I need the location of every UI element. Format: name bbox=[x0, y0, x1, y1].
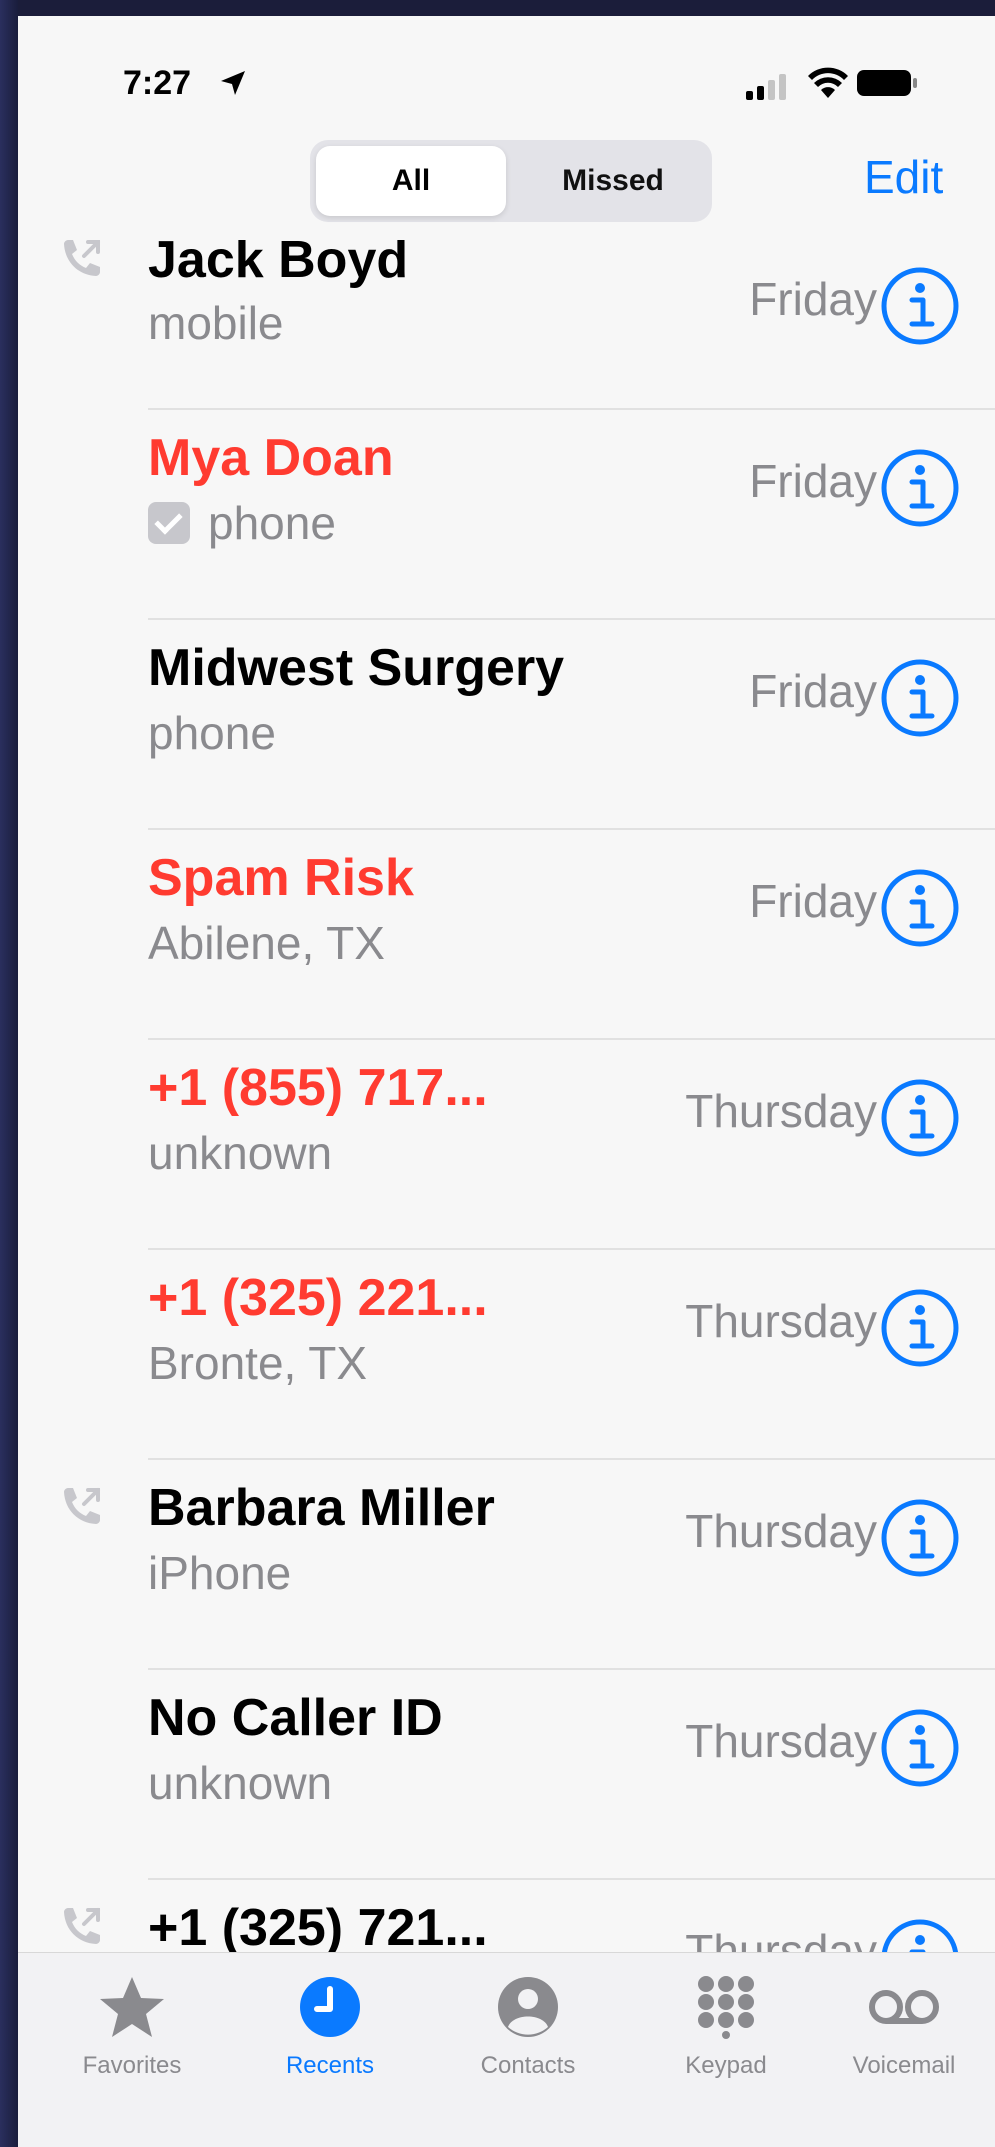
call-row[interactable]: Mya Doan phone Friday bbox=[18, 410, 995, 620]
info-icon[interactable] bbox=[880, 658, 960, 738]
call-detail-label: phone bbox=[148, 707, 276, 759]
call-day: Thursday bbox=[685, 1295, 877, 1347]
cellular-signal-icon bbox=[746, 74, 786, 100]
call-detail: mobile bbox=[148, 296, 284, 350]
info-icon[interactable] bbox=[880, 1708, 960, 1788]
caller-name: Midwest Surgery bbox=[148, 639, 565, 697]
call-row[interactable]: +1 (855) 717... unknown Thursday bbox=[18, 1040, 995, 1250]
wifi-icon bbox=[808, 67, 848, 98]
call-row[interactable]: No Caller ID unknown Thursday bbox=[18, 1670, 995, 1880]
call-detail-label: mobile bbox=[148, 297, 284, 349]
tab-keypad[interactable]: Keypad bbox=[636, 1975, 816, 2080]
caller-name: No Caller ID bbox=[148, 1689, 443, 1747]
call-detail-label: unknown bbox=[148, 1127, 333, 1179]
phone-screen: 7:27 All Missed Edit Jack Boyd mobile Frid… bbox=[18, 16, 995, 2147]
caller-name: Mya Doan bbox=[148, 429, 394, 487]
call-day: Friday bbox=[749, 665, 877, 717]
tab-label: Contacts bbox=[480, 2052, 576, 2079]
tab-recents[interactable]: Recents bbox=[240, 1975, 420, 2080]
tab-label: Favorites bbox=[82, 2052, 182, 2079]
recent-calls-list: Jack Boyd mobile Friday Mya Doan phone Friday… bbox=[18, 240, 995, 1970]
keypad-icon bbox=[698, 1976, 754, 2039]
tab-label: Recents bbox=[285, 2052, 375, 2079]
call-detail-label: Abilene, TX bbox=[148, 917, 385, 969]
outgoing-call-icon bbox=[64, 1908, 100, 1944]
segment-missed[interactable]: Missed bbox=[520, 146, 706, 216]
info-icon[interactable] bbox=[880, 1498, 960, 1578]
status-time: 7:27 bbox=[123, 64, 192, 102]
device-bezel bbox=[0, 0, 18, 2147]
edit-button[interactable]: Edit bbox=[864, 150, 943, 204]
caller-name: Barbara Miller bbox=[148, 1479, 495, 1537]
battery-icon bbox=[857, 70, 917, 96]
call-detail: unknown bbox=[148, 1126, 332, 1180]
location-arrow-icon bbox=[221, 71, 245, 95]
call-detail: phone bbox=[148, 706, 276, 760]
tab-label: Voicemail bbox=[852, 2052, 956, 2079]
voicemail-icon bbox=[869, 1990, 939, 2024]
tab-favorites[interactable]: Favorites bbox=[42, 1975, 222, 2080]
segment-all[interactable]: All bbox=[316, 146, 506, 216]
call-row[interactable]: Barbara Miller iPhone Thursday bbox=[18, 1460, 995, 1670]
info-icon[interactable] bbox=[880, 1078, 960, 1158]
call-row[interactable]: Jack Boyd mobile Friday bbox=[18, 240, 995, 410]
call-day: Thursday bbox=[685, 1715, 877, 1767]
clock-icon bbox=[300, 1977, 360, 2037]
info-icon[interactable] bbox=[880, 868, 960, 948]
tab-contacts[interactable]: Contacts bbox=[438, 1975, 618, 2080]
status-bar: 7:27 bbox=[18, 16, 995, 146]
call-detail-label: iPhone bbox=[148, 1547, 292, 1599]
info-icon[interactable] bbox=[880, 1288, 960, 1368]
call-detail-label: unknown bbox=[148, 1757, 333, 1809]
caller-name: +1 (325) 221... bbox=[148, 1269, 488, 1327]
call-detail: Abilene, TX bbox=[148, 916, 385, 970]
call-day: Thursday bbox=[685, 1085, 877, 1137]
caller-name: Jack Boyd bbox=[148, 240, 409, 289]
person-circle-icon bbox=[498, 1977, 558, 2037]
call-detail-label: phone bbox=[208, 497, 336, 549]
call-detail: unknown bbox=[148, 1756, 332, 1810]
all-missed-segmented-control: All Missed bbox=[310, 140, 712, 222]
caller-name: Spam Risk bbox=[148, 849, 414, 907]
verified-checkmark-icon bbox=[148, 502, 190, 544]
call-row[interactable]: Spam Risk Abilene, TX Friday bbox=[18, 830, 995, 1040]
info-icon[interactable] bbox=[880, 448, 960, 528]
call-detail: Bronte, TX bbox=[148, 1336, 367, 1390]
call-day: Friday bbox=[749, 455, 877, 507]
star-icon bbox=[100, 1977, 164, 2037]
caller-name: +1 (855) 717... bbox=[148, 1059, 488, 1117]
call-day: Friday bbox=[749, 875, 877, 927]
call-detail: iPhone bbox=[148, 1546, 291, 1600]
tab-bar: Favorites Recents Contacts Keypad Voicem… bbox=[18, 1952, 995, 2147]
call-detail-label: Bronte, TX bbox=[148, 1337, 368, 1389]
call-row[interactable]: Midwest Surgery phone Friday bbox=[18, 620, 995, 830]
tab-label: Keypad bbox=[685, 2052, 767, 2079]
call-day: Friday bbox=[749, 273, 877, 325]
caller-name: +1 (325) 721... bbox=[148, 1899, 488, 1957]
call-row[interactable]: +1 (325) 221... Bronte, TX Thursday bbox=[18, 1250, 995, 1460]
outgoing-call-icon bbox=[64, 1488, 100, 1524]
tab-voicemail[interactable]: Voicemail bbox=[814, 1975, 994, 2080]
call-day: Thursday bbox=[685, 1505, 877, 1557]
info-icon[interactable] bbox=[880, 266, 960, 346]
outgoing-call-icon bbox=[64, 240, 100, 276]
call-detail: phone bbox=[148, 496, 336, 550]
